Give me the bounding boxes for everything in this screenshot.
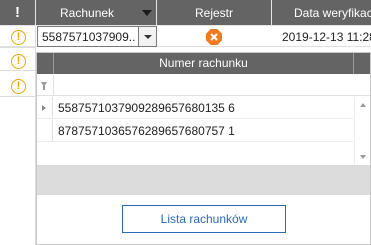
dropdown-footer-band	[37, 165, 370, 195]
numer-rachunku-header: Numer rachunku	[159, 56, 248, 70]
scroll-up-icon[interactable]	[360, 103, 366, 107]
filter-icon[interactable]	[41, 82, 47, 90]
grid-header: ! Rachunek Rejestr Data weryfikacji	[0, 0, 371, 26]
verification-date: 2019-12-13 11:28:	[282, 30, 371, 44]
account-combobox[interactable]: 5587571037909...	[37, 26, 157, 47]
rachunek-column-header[interactable]: Rachunek	[36, 0, 157, 26]
warning-icon: !	[11, 79, 26, 94]
dropdown-column-header[interactable]: Numer rachunku	[37, 53, 370, 74]
row-separator	[0, 96, 36, 97]
warning-column: ! ! !	[0, 26, 36, 245]
current-row-icon	[42, 105, 46, 111]
row-separator	[0, 47, 36, 48]
account-number: 5587571037909289657680135 6	[58, 101, 235, 115]
row-indicator	[37, 97, 53, 119]
data-weryfikacji-column-header[interactable]: Data weryfikacji	[272, 0, 371, 26]
filter-row	[37, 75, 370, 96]
error-status-icon	[206, 29, 222, 45]
rachunek-header-label: Rachunek	[60, 6, 115, 20]
sort-desc-icon[interactable]	[142, 10, 152, 16]
combobox-dropdown-button[interactable]	[138, 27, 156, 46]
account-number: 8787571036576289657680757 1	[58, 124, 235, 138]
header-divider	[53, 53, 54, 74]
list-item[interactable]: 5587571037909289657680135 6	[37, 97, 353, 119]
account-dropdown-popup: Numer rachunku 5587571037909289657680135…	[36, 52, 371, 245]
rejestr-column-header[interactable]: Rejestr	[157, 0, 272, 26]
chevron-down-icon	[144, 35, 152, 39]
list-item[interactable]: 8787571036576289657680757 1	[37, 120, 353, 142]
vertical-scrollbar[interactable]	[354, 97, 370, 165]
warning-column-header[interactable]: !	[0, 0, 36, 26]
warning-icon: !	[11, 54, 26, 69]
scroll-down-icon[interactable]	[360, 155, 366, 159]
header-divider	[353, 53, 354, 74]
account-combobox-value: 5587571037909...	[42, 30, 136, 44]
lista-rachunkow-button[interactable]: Lista rachunków	[122, 205, 286, 233]
row-indicator	[37, 120, 53, 142]
row-separator	[0, 70, 36, 71]
filter-input[interactable]	[53, 75, 353, 96]
